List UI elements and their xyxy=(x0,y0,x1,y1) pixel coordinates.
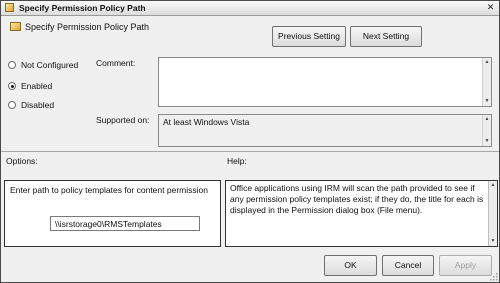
cancel-button[interactable]: Cancel xyxy=(382,255,434,276)
help-label: Help: xyxy=(227,156,247,166)
help-text: Office applications using IRM will scan … xyxy=(230,183,484,215)
scroll-down-icon[interactable]: ▼ xyxy=(483,137,491,146)
scroll-up-icon[interactable]: ▲ xyxy=(483,115,491,124)
radio-button[interactable] xyxy=(8,82,16,90)
section-divider xyxy=(1,151,499,152)
comment-field[interactable]: ▲ ▼ xyxy=(158,57,492,107)
help-scrollbar[interactable]: ▲ ▼ xyxy=(488,181,497,246)
radio-label: Disabled xyxy=(21,100,55,110)
policy-icon xyxy=(10,22,21,31)
options-label: Options: xyxy=(6,156,38,166)
title-bar[interactable]: Specify Permission Policy Path ✕ xyxy=(1,1,499,16)
radio-label: Not Configured xyxy=(21,60,79,70)
close-icon[interactable]: ✕ xyxy=(484,2,497,13)
ok-button[interactable]: OK xyxy=(324,255,377,276)
supported-on-value: At least Windows Vista xyxy=(163,117,250,127)
help-panel: Office applications using IRM will scan … xyxy=(225,180,498,247)
next-setting-button[interactable]: Next Setting xyxy=(350,26,422,47)
policy-icon xyxy=(5,3,14,12)
policy-dialog: Specify Permission Policy Path ✕ Specify… xyxy=(0,0,500,283)
previous-setting-button[interactable]: Previous Setting xyxy=(272,26,346,47)
radio-label: Enabled xyxy=(21,81,53,91)
policy-path-input[interactable] xyxy=(50,216,200,231)
options-prompt: Enter path to policy templates for conte… xyxy=(10,185,208,195)
supported-on-label: Supported on: xyxy=(96,115,150,125)
scroll-down-icon[interactable]: ▼ xyxy=(489,237,497,246)
supported-on-scrollbar[interactable]: ▲ ▼ xyxy=(482,115,491,146)
apply-button[interactable]: Apply xyxy=(439,255,492,276)
comment-label: Comment: xyxy=(96,58,136,68)
scroll-up-icon[interactable]: ▲ xyxy=(483,58,491,67)
window-title: Specify Permission Policy Path xyxy=(19,3,146,13)
comment-scrollbar[interactable]: ▲ ▼ xyxy=(482,58,491,106)
scroll-up-icon[interactable]: ▲ xyxy=(489,181,497,190)
resize-grip-icon[interactable] xyxy=(489,272,498,281)
supported-on-field: At least Windows Vista ▲ ▼ xyxy=(158,114,492,147)
scroll-down-icon[interactable]: ▼ xyxy=(483,97,491,106)
radio-selected-dot xyxy=(10,84,14,88)
options-panel: Enter path to policy templates for conte… xyxy=(4,180,221,247)
setting-title: Specify Permission Policy Path xyxy=(25,22,150,32)
radio-button[interactable] xyxy=(8,61,16,69)
radio-button[interactable] xyxy=(8,101,16,109)
